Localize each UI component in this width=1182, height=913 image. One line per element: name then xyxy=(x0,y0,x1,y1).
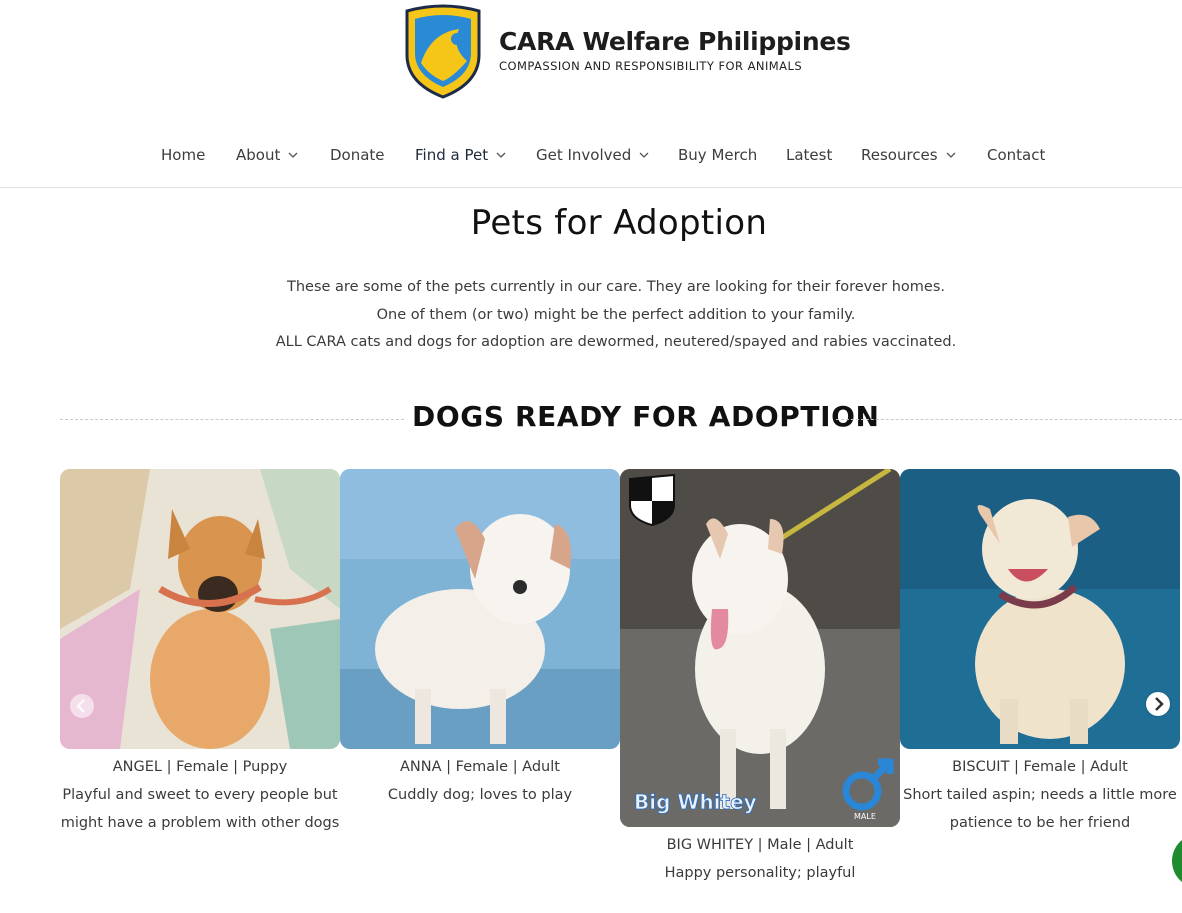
pet-description: Happy personality; playful xyxy=(664,865,856,881)
nav-divider xyxy=(0,187,1182,188)
pet-info: ANGEL | Female | Puppy xyxy=(112,759,288,775)
dog-photo-icon xyxy=(900,469,1180,749)
pet-info: ANNA | Female | Adult xyxy=(400,759,560,775)
page-title: Pets for Adoption xyxy=(470,203,768,243)
dog-photo-icon: Big Whitey MALE xyxy=(620,469,900,827)
pet-description: Cuddly dog; loves to play xyxy=(387,787,573,803)
nav-item-buy-merch[interactable]: Buy Merch xyxy=(678,146,757,164)
chevron-left-icon xyxy=(76,699,85,713)
brand-tagline: COMPASSION AND RESPONSIBILITY FOR ANIMAL… xyxy=(499,59,803,73)
section-divider-left xyxy=(60,419,404,420)
intro-line: These are some of the pets currently in … xyxy=(286,279,946,295)
chevron-right-icon xyxy=(1147,693,1169,715)
intro-line: One of them (or two) might be the perfec… xyxy=(376,306,856,323)
nav-item-resources[interactable]: Resources xyxy=(861,146,956,164)
chevron-down-icon xyxy=(946,152,956,158)
nav-item-get-involved[interactable]: Get Involved xyxy=(536,146,649,164)
nav-item-find-a-pet[interactable]: Find a Pet xyxy=(415,146,506,164)
pet-photo[interactable] xyxy=(60,469,340,749)
main-nav: Home About Donate Find a Pet Get Involve… xyxy=(0,146,1182,170)
site-brand[interactable]: CARA Welfare Philippines COMPASSION AND … xyxy=(401,3,851,99)
pet-photo[interactable] xyxy=(340,469,620,749)
pet-description: Playful and sweet to every people but mi… xyxy=(60,787,340,831)
chevron-down-icon xyxy=(496,152,506,158)
overlay-gender-text: MALE xyxy=(854,812,876,821)
pet-card-big-whitey[interactable]: Big Whitey MALE BIG WHITEY | Male | Adul… xyxy=(620,469,900,887)
carousel-next-button[interactable] xyxy=(1146,692,1170,716)
intro-line: ALL CARA cats and dogs for adoption are … xyxy=(275,334,957,350)
section-divider-right xyxy=(836,419,1182,420)
brand-title: CARA Welfare Philippines xyxy=(499,27,851,56)
nav-item-contact[interactable]: Contact xyxy=(987,146,1045,164)
chat-widget-button[interactable] xyxy=(1172,834,1182,888)
shield-badge-icon xyxy=(629,473,675,527)
nav-item-donate[interactable]: Donate xyxy=(330,146,385,164)
dog-photo-icon xyxy=(340,469,620,749)
nav-item-about[interactable]: About xyxy=(236,146,298,164)
pet-card-biscuit[interactable]: BISCUIT | Female | Adult Short tailed as… xyxy=(900,469,1180,837)
pet-photo[interactable]: Big Whitey MALE xyxy=(620,469,900,827)
section-title: DOGS READY FOR ADOPTION xyxy=(412,400,880,433)
pet-info: BISCUIT | Female | Adult xyxy=(952,759,1128,775)
pet-description: Short tailed aspin; needs a little more … xyxy=(903,787,1177,831)
cara-logo-icon xyxy=(405,4,481,99)
pet-info: BIG WHITEY | Male | Adult xyxy=(666,837,854,853)
overlay-name-text: Big Whitey xyxy=(634,790,757,814)
section-heading: DOGS READY FOR ADOPTION xyxy=(60,400,1182,438)
pet-card-anna[interactable]: ANNA | Female | Adult Cuddly dog; loves … xyxy=(340,469,620,809)
pet-photo[interactable] xyxy=(900,469,1180,749)
dog-photo-icon xyxy=(60,469,340,749)
pet-card-angel[interactable]: ANGEL | Female | Puppy Playful and sweet… xyxy=(60,469,340,837)
intro-text: These are some of the pets currently in … xyxy=(0,274,1182,357)
chevron-down-icon xyxy=(639,152,649,158)
nav-item-home[interactable]: Home xyxy=(161,146,205,164)
carousel-prev-button[interactable] xyxy=(70,694,94,718)
chevron-down-icon xyxy=(288,152,298,158)
nav-item-latest[interactable]: Latest xyxy=(786,146,832,164)
